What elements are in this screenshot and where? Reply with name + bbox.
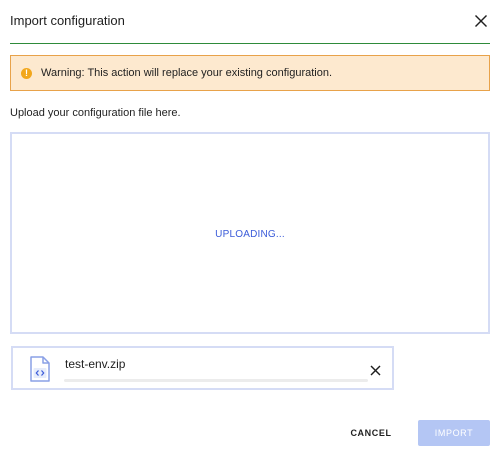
import-button[interactable]: IMPORT [418, 420, 490, 446]
upload-instructions: Upload your configuration file here. [10, 107, 181, 119]
upload-status: UPLOADING... [215, 228, 285, 240]
dialog-header: Import configuration [10, 0, 490, 44]
dialog-title: Import configuration [10, 13, 125, 28]
import-configuration-dialog: Import configuration ! Warning: This act… [0, 0, 500, 455]
close-button[interactable] [474, 14, 488, 28]
warning-icon: ! [21, 67, 32, 79]
file-dropzone[interactable]: UPLOADING... [10, 132, 490, 334]
cancel-button[interactable]: CANCEL [340, 420, 402, 446]
warning-text: Warning: This action will replace your e… [41, 67, 333, 79]
warning-banner: ! Warning: This action will replace your… [10, 55, 490, 91]
code-file-icon [30, 356, 50, 382]
upload-progress-bar [64, 379, 368, 382]
remove-file-button[interactable] [370, 363, 381, 376]
close-icon [475, 15, 487, 27]
close-icon [370, 365, 381, 376]
file-name: test-env.zip [65, 357, 126, 371]
uploaded-file-card: test-env.zip [11, 346, 394, 390]
